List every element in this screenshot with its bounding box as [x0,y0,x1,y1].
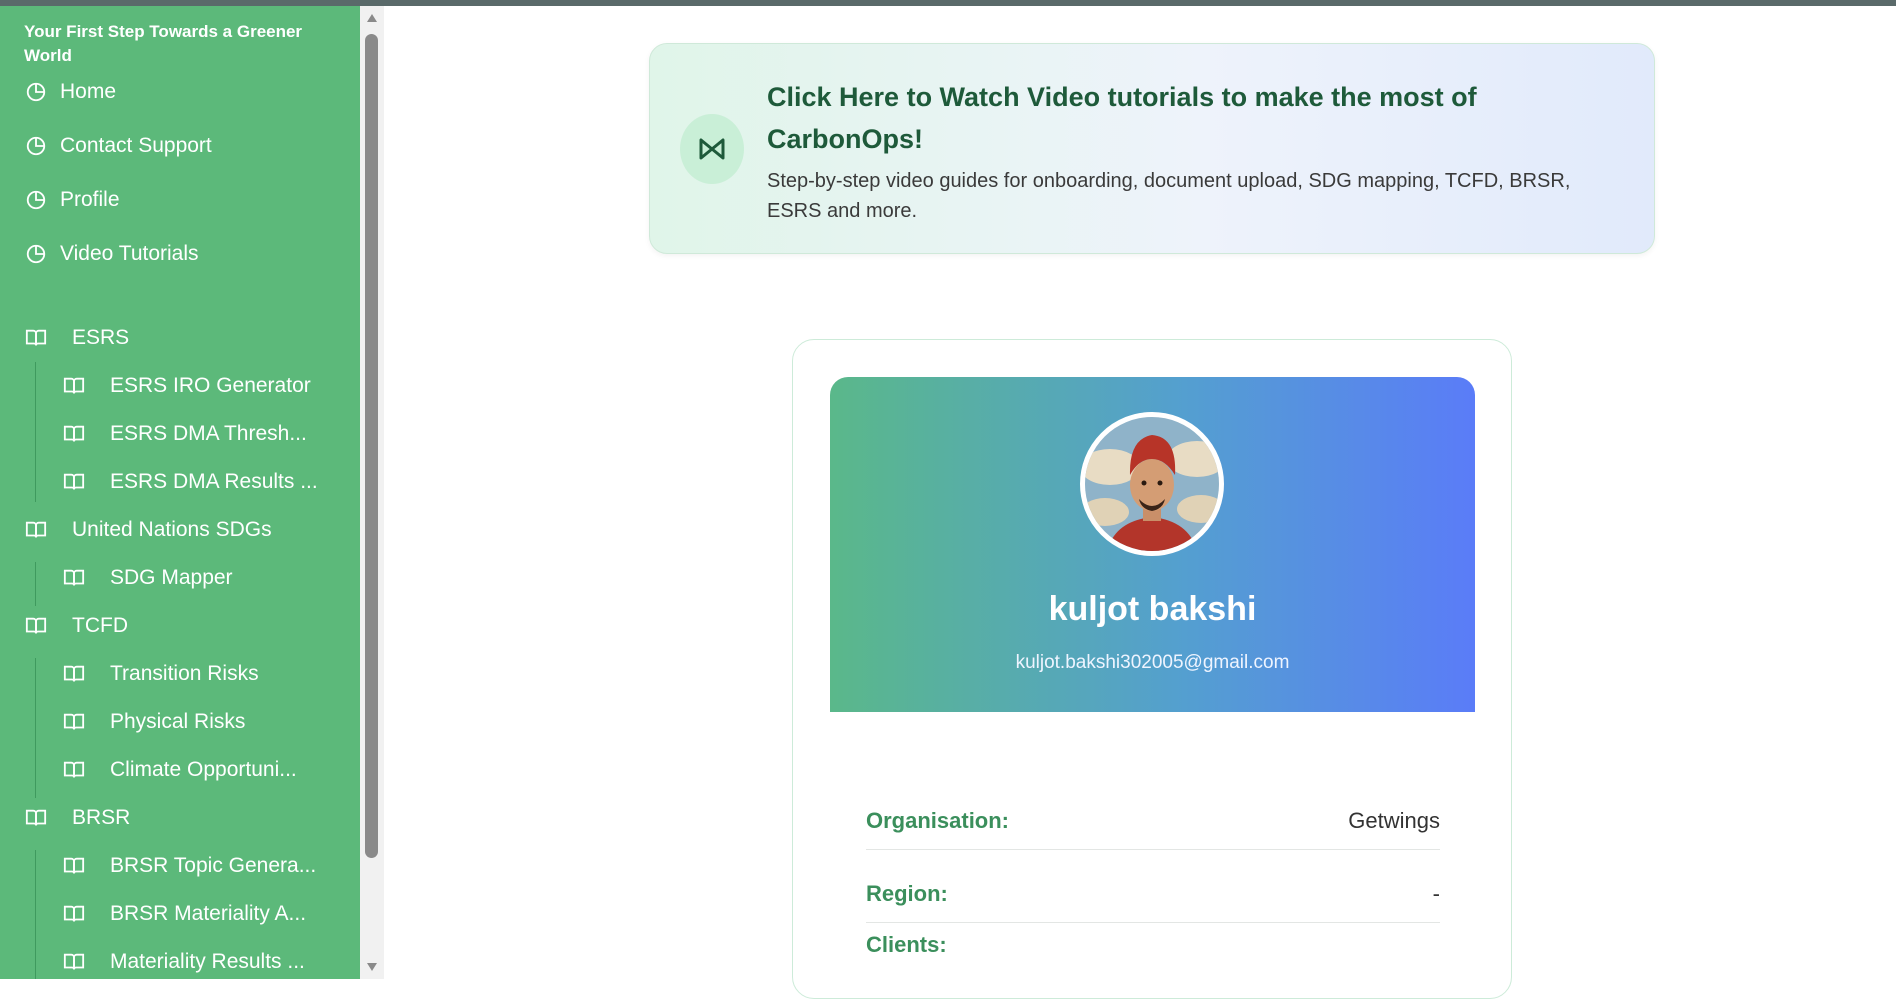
sidebar-item-label: Climate Opportuni... [110,758,297,781]
video-play-icon [680,114,744,184]
sidebar-group-label: TCFD [72,614,128,637]
sidebar-item-esrs-iro-generator[interactable]: ESRS IRO Generator [62,366,311,406]
book-open-icon [62,470,86,494]
pie-chart-icon [24,188,48,212]
organisation-value: Getwings [1348,807,1440,833]
sidebar-item-esrs-dma-threshold[interactable]: ESRS DMA Thresh... [62,414,307,454]
sidebar-item-physical-risks[interactable]: Physical Risks [62,702,245,742]
banner-title[interactable]: Click Here to Watch Video tutorials to m… [767,76,1527,160]
book-open-icon [62,854,86,878]
book-open-icon [62,566,86,590]
book-open-icon [62,758,86,782]
sidebar-item-home[interactable]: Home [24,72,116,112]
profile-header: kuljot bakshi kuljot.bakshi302005@gmail.… [830,377,1475,712]
book-open-icon [62,950,86,974]
book-open-icon [62,662,86,686]
sidebar-group-un-sdgs[interactable]: United Nations SDGs [24,510,272,550]
book-open-icon [62,422,86,446]
sidebar-item-climate-opportunities[interactable]: Climate Opportuni... [62,750,297,790]
sidebar-item-label: BRSR Topic Genera... [110,854,317,877]
pie-chart-icon [24,80,48,104]
avatar [1080,412,1224,556]
pie-chart-icon [24,242,48,266]
book-open-icon [24,614,48,638]
sidebar-item-label: Contact Support [60,134,212,157]
book-open-icon [62,374,86,398]
sidebar-item-label: Physical Risks [110,710,246,733]
pie-chart-icon [24,134,48,158]
sidebar-item-profile[interactable]: Profile [24,180,120,220]
scroll-down-arrow-icon[interactable] [364,959,380,975]
book-open-icon [24,518,48,542]
tree-guide-line [35,850,36,979]
region-row: Region: - [866,865,1440,923]
scrollbar-thumb[interactable] [365,34,378,858]
sidebar-item-label: ESRS DMA Results ... [110,470,318,493]
sidebar-group-label: BRSR [72,806,131,829]
book-open-icon [24,326,48,350]
tree-guide-line [35,562,36,606]
sidebar-group-label: United Nations SDGs [72,518,272,541]
book-open-icon [62,710,86,734]
sidebar-item-video-tutorials[interactable]: Video Tutorials [24,234,199,274]
profile-email: kuljot.bakshi302005@gmail.com [1015,652,1290,673]
scroll-up-arrow-icon[interactable] [364,10,380,26]
sidebar-item-label: Home [60,80,117,103]
sidebar-group-label: ESRS [72,326,130,349]
video-tutorials-banner[interactable]: Click Here to Watch Video tutorials to m… [649,43,1655,254]
sidebar-item-transition-risks[interactable]: Transition Risks [62,654,259,694]
sidebar: Your First Step Towards a Greener World … [0,6,360,979]
book-open-icon [24,806,48,830]
sidebar-item-sdg-mapper[interactable]: SDG Mapper [62,558,233,598]
profile-name: kuljot bakshi [1048,590,1257,628]
sidebar-item-materiality-results[interactable]: Materiality Results ... [62,942,305,979]
region-label: Region: [866,880,948,906]
sidebar-item-label: SDG Mapper [110,566,233,589]
clients-label: Clients: [866,932,947,957]
sidebar-item-label: Video Tutorials [60,242,199,265]
sidebar-scrollbar[interactable] [360,6,384,979]
sidebar-item-brsr-topic-generator[interactable]: BRSR Topic Genera... [62,846,316,886]
sidebar-item-label: BRSR Materiality A... [110,902,307,925]
organisation-label: Organisation: [866,807,1010,833]
profile-card: kuljot bakshi kuljot.bakshi302005@gmail.… [792,339,1512,999]
sidebar-item-label: Transition Risks [110,662,259,685]
tree-guide-line [35,362,36,502]
sidebar-item-label: Materiality Results ... [110,950,305,973]
banner-description: Step-by-step video guides for onboarding… [767,170,1571,222]
region-value: - [1432,880,1440,906]
sidebar-group-brsr[interactable]: BRSR [24,798,130,838]
sidebar-item-esrs-dma-results[interactable]: ESRS DMA Results ... [62,462,318,502]
sidebar-item-label: ESRS IRO Generator [110,374,311,397]
organisation-row: Organisation: Getwings [866,792,1440,850]
book-open-icon [62,902,86,926]
sidebar-item-contact-support[interactable]: Contact Support [24,126,212,166]
sidebar-group-tcfd[interactable]: TCFD [24,606,128,646]
sidebar-brand-tagline: Your First Step Towards a Greener World [24,22,303,65]
sidebar-item-brsr-materiality[interactable]: BRSR Materiality A... [62,894,306,934]
sidebar-item-label: ESRS DMA Thresh... [110,422,307,445]
sidebar-item-label: Profile [60,188,120,211]
tree-guide-line [35,658,36,798]
sidebar-group-esrs[interactable]: ESRS [24,318,129,358]
